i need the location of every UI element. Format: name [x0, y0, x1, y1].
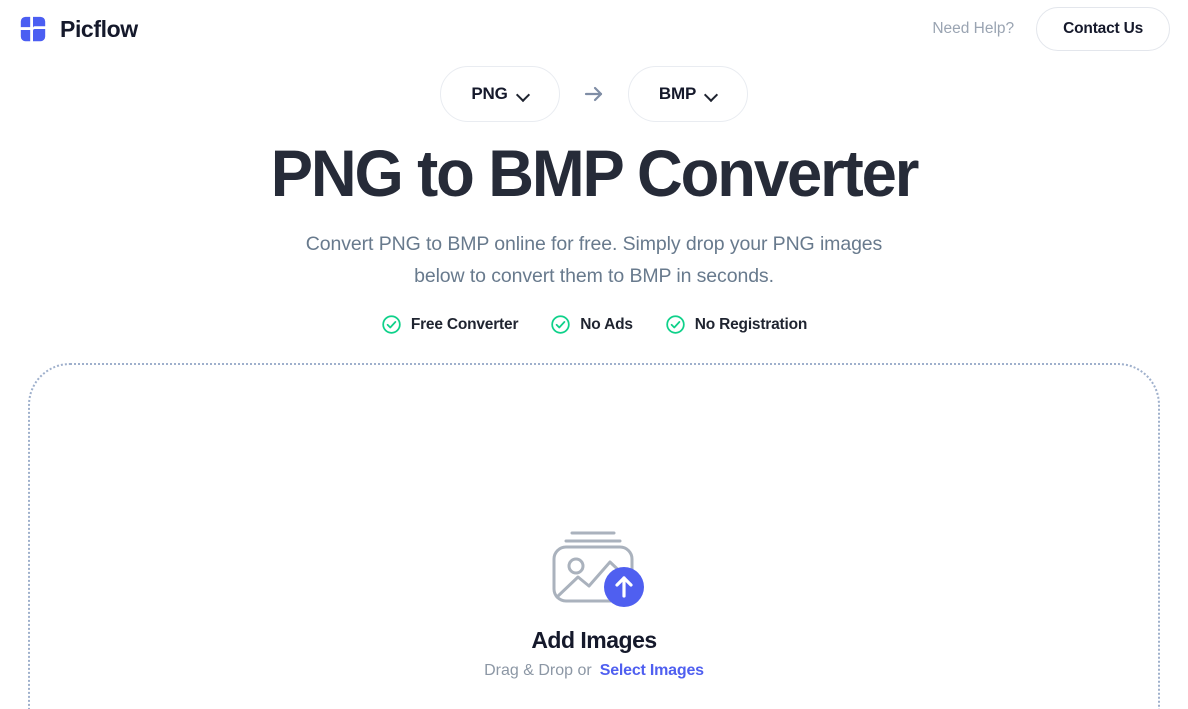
- feature-label: No Ads: [580, 315, 633, 333]
- dropzone-hint: Drag & Drop or Select Images: [484, 662, 704, 680]
- feature-item: Free Converter: [381, 314, 518, 335]
- feature-badges: Free Converter No Ads No Registration: [0, 314, 1188, 335]
- source-format-dropdown[interactable]: PNG: [440, 66, 560, 122]
- feature-label: Free Converter: [410, 315, 519, 333]
- image-upload-icon: [542, 527, 646, 608]
- brand-name: Picflow: [60, 15, 138, 42]
- format-selector-row: PNG BMP: [0, 66, 1188, 122]
- check-circle-icon: [550, 314, 571, 335]
- dropzone-wrapper: Add Images Drag & Drop or Select Images: [0, 363, 1188, 709]
- feature-item: No Ads: [550, 314, 633, 335]
- select-images-link[interactable]: Select Images: [600, 662, 704, 680]
- target-format-label: BMP: [658, 84, 697, 103]
- chevron-down-icon: [706, 89, 717, 100]
- need-help-label: Need Help?: [932, 20, 1015, 37]
- feature-label: No Registration: [694, 315, 808, 333]
- site-header: Picflow Need Help? Contact Us: [0, 0, 1188, 58]
- hero-section: PNG BMP PNG to BMP Converter Convert PNG…: [0, 58, 1188, 335]
- chevron-down-icon: [518, 89, 529, 100]
- picflow-aperture-logo-icon: [18, 14, 48, 44]
- arrow-right-icon: [582, 82, 606, 106]
- dropzone-title: Add Images: [531, 627, 657, 654]
- page-subtitle: Convert PNG to BMP online for free. Simp…: [305, 233, 883, 287]
- header-actions: Need Help? Contact Us: [932, 7, 1170, 51]
- image-dropzone[interactable]: Add Images Drag & Drop or Select Images: [28, 363, 1160, 709]
- page-title: PNG to BMP Converter: [270, 136, 920, 210]
- dropzone-hint-text: Drag & Drop or: [484, 662, 592, 680]
- contact-us-button[interactable]: Contact Us: [1036, 7, 1170, 51]
- brand-logo[interactable]: Picflow: [18, 14, 138, 44]
- target-format-dropdown[interactable]: BMP: [628, 66, 748, 122]
- source-format-label: PNG: [471, 84, 508, 103]
- check-circle-icon: [381, 314, 402, 335]
- check-circle-icon: [665, 314, 686, 335]
- feature-item: No Registration: [665, 314, 807, 335]
